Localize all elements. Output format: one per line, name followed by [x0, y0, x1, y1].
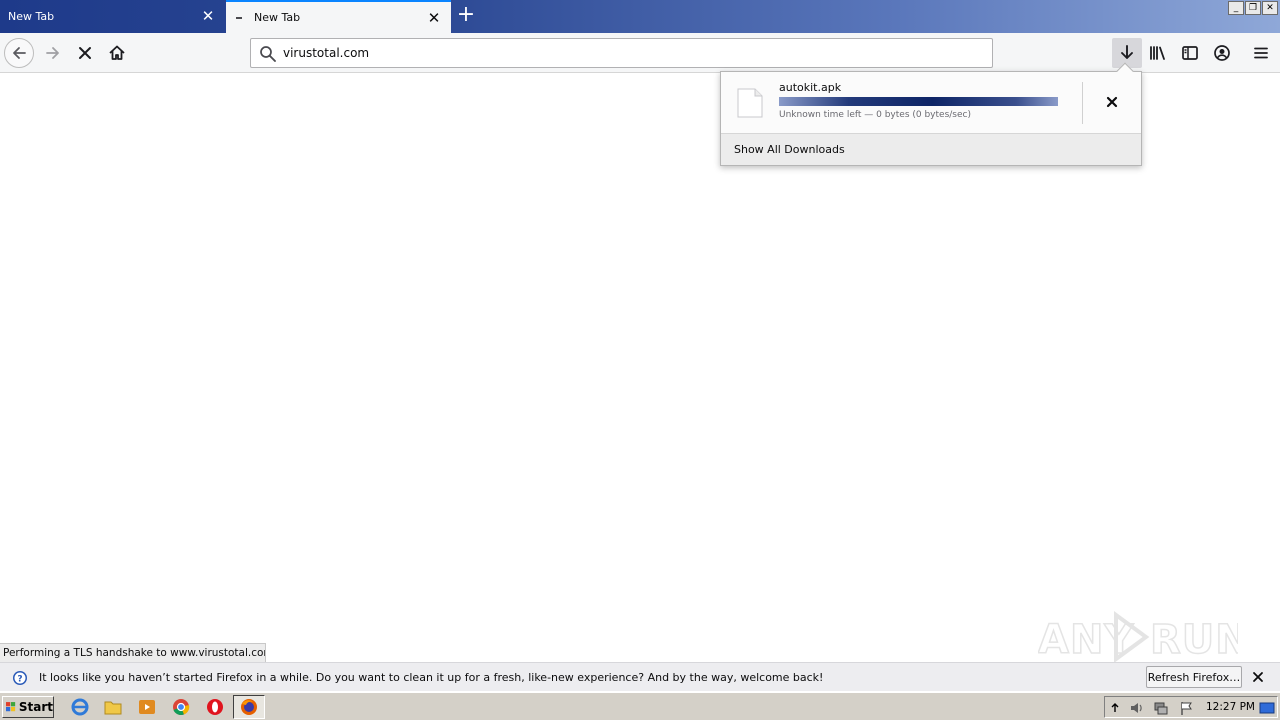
tab-label: New Tab — [254, 11, 301, 24]
account-icon — [1214, 45, 1230, 61]
download-filename: autokit.apk — [779, 81, 842, 94]
show-desktop-icon[interactable] — [1259, 700, 1275, 716]
new-tab-button[interactable]: + — [456, 4, 476, 26]
divider — [1082, 82, 1083, 124]
question-icon: ? — [13, 671, 27, 685]
cancel-download-button[interactable] — [1101, 92, 1123, 112]
back-button[interactable] — [4, 38, 34, 68]
notification-text: It looks like you haven’t started Firefo… — [39, 671, 824, 684]
home-button[interactable] — [102, 38, 132, 68]
windows-logo-icon — [6, 702, 16, 712]
restore-button[interactable]: ❐ — [1245, 1, 1261, 15]
volume-icon[interactable] — [1129, 700, 1145, 716]
forward-arrow-icon — [46, 47, 59, 59]
sidebar-button[interactable] — [1175, 38, 1205, 68]
tab-label: New Tab — [8, 10, 55, 23]
close-window-button[interactable]: ✕ — [1262, 1, 1278, 15]
back-arrow-icon — [13, 47, 26, 59]
taskbar: Start 12:27 PM — [0, 692, 1280, 720]
network-icon[interactable] — [1153, 700, 1169, 716]
downloads-panel: autokit.apk Unknown time left — 0 bytes … — [720, 62, 1142, 166]
library-icon — [1150, 46, 1165, 60]
anyrun-watermark: ANY RUN — [1038, 607, 1238, 667]
chrome-icon[interactable] — [171, 697, 191, 717]
account-button[interactable] — [1207, 38, 1237, 68]
screen: New Tab ✕ New Tab ✕ + _ ❐ ✕ virustotal.c… — [0, 0, 1280, 720]
close-icon — [1106, 96, 1118, 108]
sidebar-icon — [1182, 46, 1198, 60]
anyrun-logo-icon: ANY RUN — [1038, 611, 1238, 664]
download-arrow-icon — [1121, 45, 1133, 59]
download-item[interactable]: autokit.apk Unknown time left — 0 bytes … — [721, 72, 1141, 133]
menu-button[interactable] — [1246, 38, 1276, 68]
close-icon — [1253, 672, 1263, 682]
folder-icon[interactable] — [103, 697, 123, 717]
firefox-icon — [241, 699, 257, 715]
hamburger-menu-icon — [1254, 47, 1268, 59]
start-button[interactable]: Start — [2, 696, 54, 718]
tab-strip: New Tab ✕ New Tab ✕ + _ ❐ ✕ — [0, 0, 1280, 33]
tab-close-icon[interactable]: ✕ — [427, 10, 441, 25]
notification-close-button[interactable] — [1250, 669, 1266, 685]
status-panel: Performing a TLS handshake to www.virust… — [0, 643, 266, 662]
notification-bar: ? It looks like you haven’t started Fire… — [0, 662, 1280, 691]
library-button[interactable] — [1143, 38, 1173, 68]
navigation-toolbar: virustotal.com — [0, 33, 1280, 73]
minimize-button[interactable]: _ — [1228, 1, 1244, 15]
clock: 12:27 PM — [1206, 701, 1255, 713]
file-icon — [737, 88, 763, 118]
loading-indicator-icon — [236, 16, 242, 19]
url-text: virustotal.com — [283, 46, 370, 60]
start-label: Start — [18, 700, 53, 714]
stop-button[interactable] — [70, 38, 100, 68]
download-progress-bar — [779, 97, 1058, 106]
show-all-downloads-button[interactable]: Show All Downloads — [721, 133, 1141, 165]
refresh-firefox-button[interactable]: Refresh Firefox… — [1146, 666, 1242, 688]
tab-active[interactable]: New Tab ✕ — [226, 0, 451, 33]
taskbar-firefox-button[interactable] — [233, 695, 265, 719]
forward-button[interactable] — [38, 38, 68, 68]
internet-explorer-icon[interactable] — [70, 697, 90, 717]
media-player-icon[interactable] — [137, 697, 157, 717]
tab-inactive[interactable]: New Tab ✕ — [0, 0, 225, 33]
svg-text:?: ? — [17, 675, 22, 685]
opera-icon[interactable] — [205, 697, 225, 717]
download-progress-fill — [779, 97, 1058, 106]
action-center-flag-icon[interactable] — [1179, 700, 1195, 716]
show-hidden-icons-icon[interactable] — [1110, 701, 1120, 713]
tab-close-icon[interactable]: ✕ — [201, 8, 215, 23]
url-bar[interactable]: virustotal.com — [250, 38, 993, 68]
downloads-button[interactable] — [1112, 38, 1142, 68]
show-all-downloads-label: Show All Downloads — [734, 143, 845, 156]
svg-text:RUN: RUN — [1150, 617, 1238, 663]
stop-icon — [79, 47, 91, 59]
download-status: Unknown time left — 0 bytes (0 bytes/sec… — [779, 110, 971, 120]
home-icon — [109, 45, 125, 60]
search-icon — [260, 46, 276, 62]
